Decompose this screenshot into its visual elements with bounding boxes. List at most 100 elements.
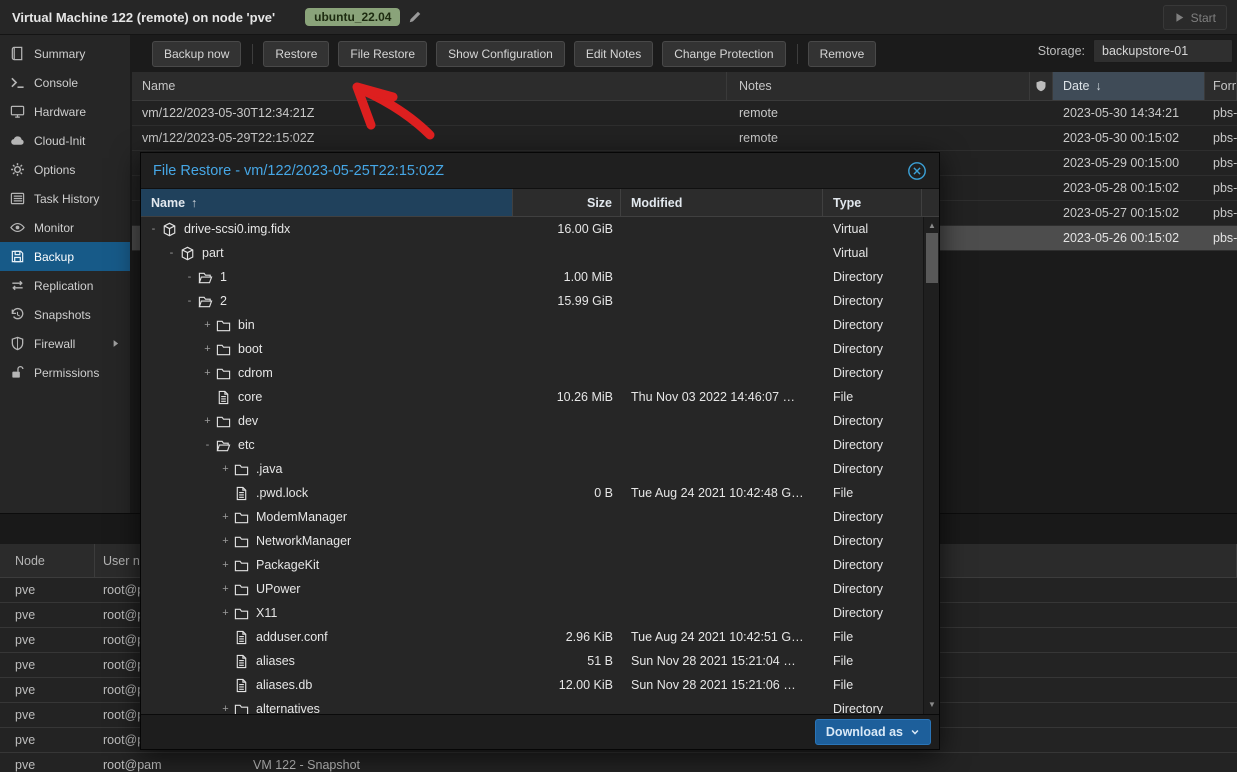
tree-expander[interactable]: -: [183, 271, 196, 283]
tree-expander[interactable]: -: [147, 223, 160, 235]
column-header-date[interactable]: Date↓: [1053, 72, 1205, 100]
tree-row[interactable]: core10.26 MiBThu Nov 03 2022 14:46:07 …F…: [141, 385, 924, 409]
table-row[interactable]: vm/122/2023-05-30T12:34:21Zremote2023-05…: [132, 101, 1237, 126]
sidebar-item-options[interactable]: Options: [0, 155, 130, 184]
tree-row[interactable]: .pwd.lock0 BTue Aug 24 2021 10:42:48 G…F…: [141, 481, 924, 505]
tree-expander[interactable]: -: [165, 247, 178, 259]
file-tree-rows: -drive-scsi0.img.fidx16.00 GiBVirtual-pa…: [141, 217, 924, 714]
tree-row[interactable]: aliases51 BSun Nov 28 2021 15:21:04 …Fil…: [141, 649, 924, 673]
tree-row[interactable]: +binDirectory: [141, 313, 924, 337]
column-header-modified[interactable]: Modified: [621, 189, 823, 216]
tree-expander[interactable]: +: [219, 703, 232, 714]
table-row[interactable]: pveroot@pamVM 122 - Snapshot: [0, 753, 1237, 772]
tree-type-cell: File: [823, 673, 922, 697]
tree-row[interactable]: aliases.db12.00 KiBSun Nov 28 2021 15:21…: [141, 673, 924, 697]
tree-row[interactable]: +alternativesDirectory: [141, 697, 924, 714]
sort-asc-icon: ↑: [191, 196, 197, 210]
scrollbar[interactable]: ▲ ▼: [923, 217, 939, 714]
backup-now-button[interactable]: Backup now: [152, 41, 241, 67]
tree-expander[interactable]: +: [219, 559, 232, 571]
column-header-type[interactable]: Type: [823, 189, 922, 216]
tree-item-label: ModemManager: [256, 510, 347, 524]
tree-expander[interactable]: +: [219, 463, 232, 475]
tree-row[interactable]: +devDirectory: [141, 409, 924, 433]
tree-name-cell: + NetworkManager: [141, 529, 513, 553]
download-as-button[interactable]: Download as: [815, 719, 931, 745]
tree-expander[interactable]: +: [219, 607, 232, 619]
tree-size-cell: [513, 361, 621, 385]
change-protection-button[interactable]: Change Protection: [662, 41, 785, 67]
tree-name-cell: -etc: [141, 433, 513, 457]
tree-row[interactable]: +NetworkManagerDirectory: [141, 529, 924, 553]
column-header-name[interactable]: Name: [132, 72, 727, 100]
sidebar-item-monitor[interactable]: Monitor: [0, 213, 130, 242]
tree-row[interactable]: +PackageKitDirectory: [141, 553, 924, 577]
tree-item-label: NetworkManager: [256, 534, 351, 548]
tree-modified-cell: [621, 409, 823, 433]
tree-expander[interactable]: +: [201, 319, 214, 331]
tree-expander[interactable]: +: [219, 535, 232, 547]
backup-format: pbs-: [1205, 101, 1237, 125]
sidebar-item-backup[interactable]: Backup: [0, 242, 130, 271]
backup-name: vm/122/2023-05-29T22:15:02Z: [132, 126, 727, 150]
sidebar-item-summary[interactable]: Summary: [0, 39, 130, 68]
edit-tag-pencil-icon[interactable]: [408, 10, 422, 24]
scroll-up-icon[interactable]: ▲: [924, 219, 939, 233]
tree-row[interactable]: +.javaDirectory: [141, 457, 924, 481]
dialog-footer: Download as: [141, 714, 939, 749]
dialog-titlebar[interactable]: File Restore - vm/122/2023-05-25T22:15:0…: [141, 153, 939, 189]
tree-expander[interactable]: -: [201, 439, 214, 451]
column-header-size[interactable]: Size: [513, 189, 621, 216]
tree-row[interactable]: -partVirtual: [141, 241, 924, 265]
tree-row[interactable]: -11.00 MiBDirectory: [141, 265, 924, 289]
backup-date: 2023-05-29 00:15:00: [1053, 151, 1205, 175]
column-header-notes[interactable]: Notes: [727, 72, 1030, 100]
tree-item-label: adduser.conf: [256, 630, 328, 644]
scroll-down-icon[interactable]: ▼: [924, 698, 939, 712]
sidebar-item-cloud-init[interactable]: Cloud-Init: [0, 126, 130, 155]
tree-row[interactable]: -drive-scsi0.img.fidx16.00 GiBVirtual: [141, 217, 924, 241]
sidebar-item-replication[interactable]: Replication: [0, 271, 130, 300]
scrollbar-thumb[interactable]: [926, 233, 938, 283]
table-row[interactable]: vm/122/2023-05-29T22:15:02Zremote2023-05…: [132, 126, 1237, 151]
storage-input[interactable]: [1093, 39, 1233, 63]
tree-modified-cell: [621, 313, 823, 337]
tree-row[interactable]: -215.99 GiBDirectory: [141, 289, 924, 313]
tree-expander[interactable]: +: [201, 415, 214, 427]
tree-expander[interactable]: +: [201, 343, 214, 355]
tree-expander[interactable]: +: [219, 583, 232, 595]
task-description: VM 122 - Snapshot: [245, 753, 1237, 772]
sidebar-item-permissions[interactable]: Permissions: [0, 358, 130, 387]
tree-row[interactable]: +X11Directory: [141, 601, 924, 625]
sidebar-item-hardware[interactable]: Hardware: [0, 97, 130, 126]
tree-name-cell: -drive-scsi0.img.fidx: [141, 217, 513, 241]
tree-row[interactable]: +ModemManagerDirectory: [141, 505, 924, 529]
tree-row[interactable]: adduser.conf2.96 KiBTue Aug 24 2021 10:4…: [141, 625, 924, 649]
start-button[interactable]: Start: [1163, 5, 1227, 30]
sidebar-item-task-history[interactable]: Task History: [0, 184, 130, 213]
backup-format: pbs-: [1205, 226, 1237, 250]
remove-button[interactable]: Remove: [808, 41, 877, 67]
restore-button[interactable]: Restore: [263, 41, 329, 67]
tree-type-cell: File: [823, 481, 922, 505]
tree-size-cell: 2.96 KiB: [513, 625, 621, 649]
close-icon[interactable]: [907, 161, 927, 181]
tree-expander[interactable]: +: [201, 367, 214, 379]
column-header-protection[interactable]: [1030, 72, 1053, 100]
tree-expander[interactable]: +: [219, 511, 232, 523]
column-header-node[interactable]: Node: [0, 544, 95, 577]
tree-row[interactable]: +cdromDirectory: [141, 361, 924, 385]
sidebar-item-firewall[interactable]: Firewall: [0, 329, 130, 358]
tree-row[interactable]: -etcDirectory: [141, 433, 924, 457]
tree-row[interactable]: +UPowerDirectory: [141, 577, 924, 601]
file-restore-button[interactable]: File Restore: [338, 41, 427, 67]
edit-notes-button[interactable]: Edit Notes: [574, 41, 653, 67]
tree-row[interactable]: +bootDirectory: [141, 337, 924, 361]
sidebar-item-snapshots[interactable]: Snapshots: [0, 300, 130, 329]
column-header-name[interactable]: Name↑: [141, 189, 513, 216]
show-configuration-button[interactable]: Show Configuration: [436, 41, 565, 67]
tree-expander[interactable]: -: [183, 295, 196, 307]
tree-type-cell: Directory: [823, 265, 922, 289]
sidebar-item-console[interactable]: Console: [0, 68, 130, 97]
column-header-format[interactable]: Format: [1205, 72, 1237, 100]
